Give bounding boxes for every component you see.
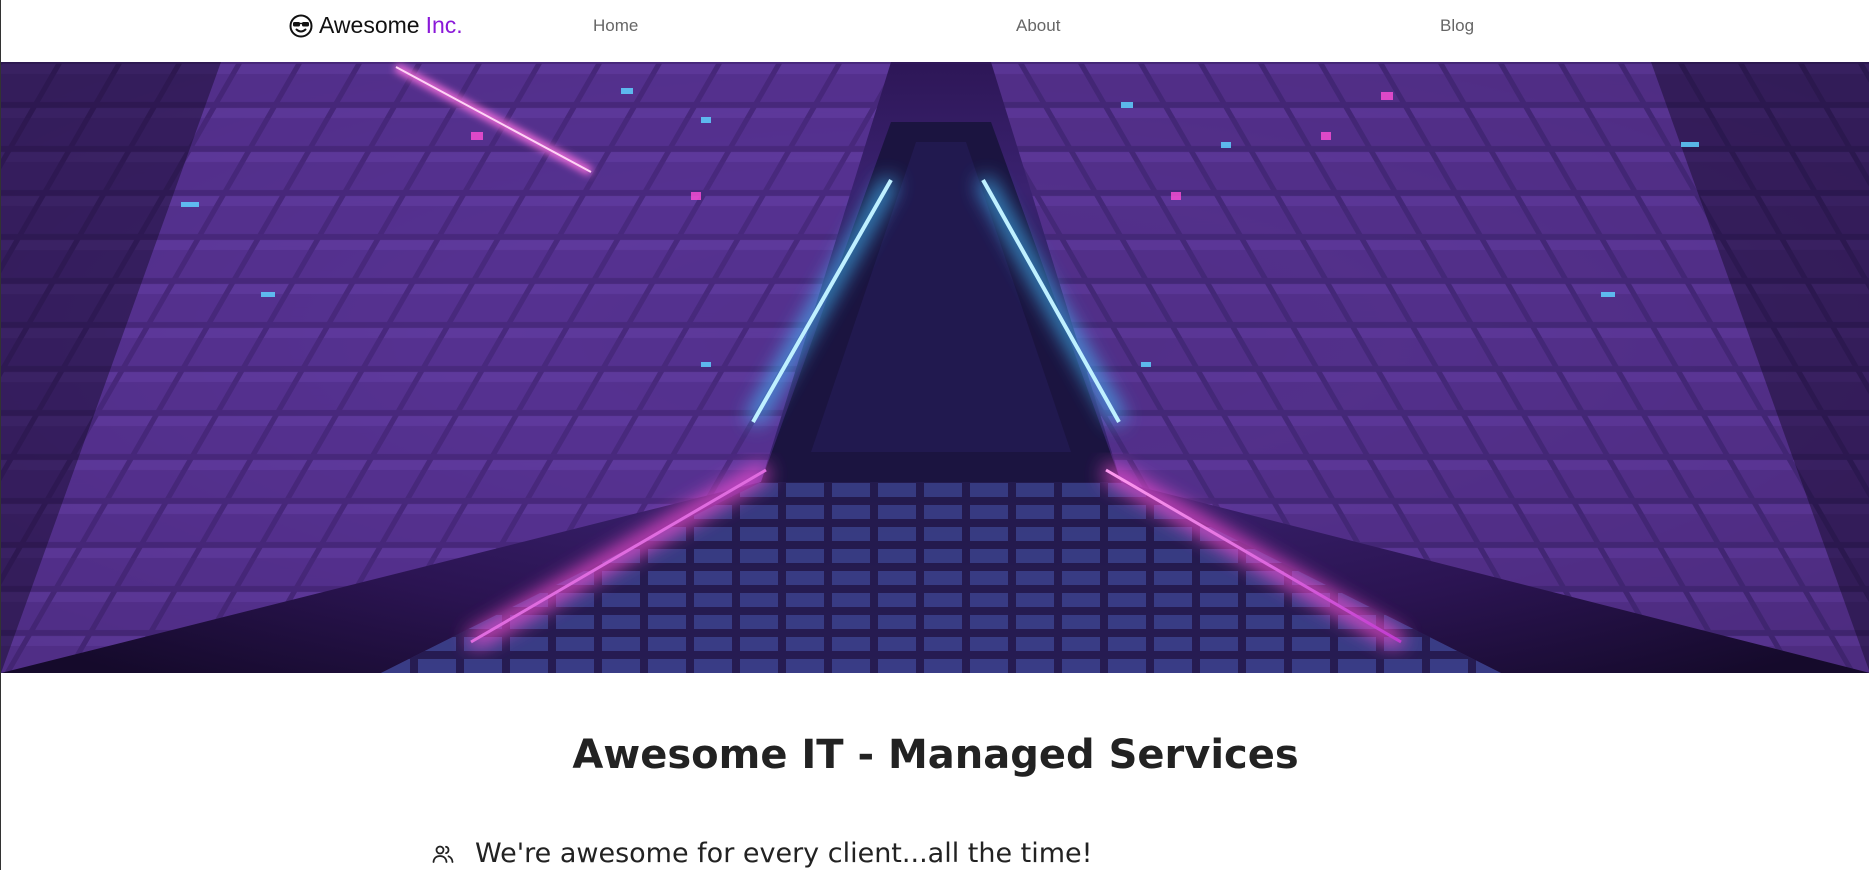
brand-accent: Inc. [425,12,463,38]
page-title: Awesome IT - Managed Services [572,732,1299,778]
nav-link-home[interactable]: Home [593,16,638,36]
navbar: Awesome Inc. Home About Blog [1,0,1869,62]
feature-item: We're awesome for every client...all the… [431,838,1093,869]
feature-text: We're awesome for every client...all the… [475,838,1093,869]
nav-link-blog[interactable]: Blog [1440,16,1474,36]
hero-banner [1,62,1869,673]
brand-name: Awesome [319,12,420,38]
page: Awesome Inc. Home About Blog Awesome IT … [0,0,1869,870]
sunglasses-face-icon [289,14,313,38]
neon-triangle-tunnel-image [1,62,1869,673]
brand-logo-link[interactable]: Awesome Inc. [289,12,463,39]
users-icon [431,842,455,866]
nav-link-about[interactable]: About [1016,16,1060,36]
